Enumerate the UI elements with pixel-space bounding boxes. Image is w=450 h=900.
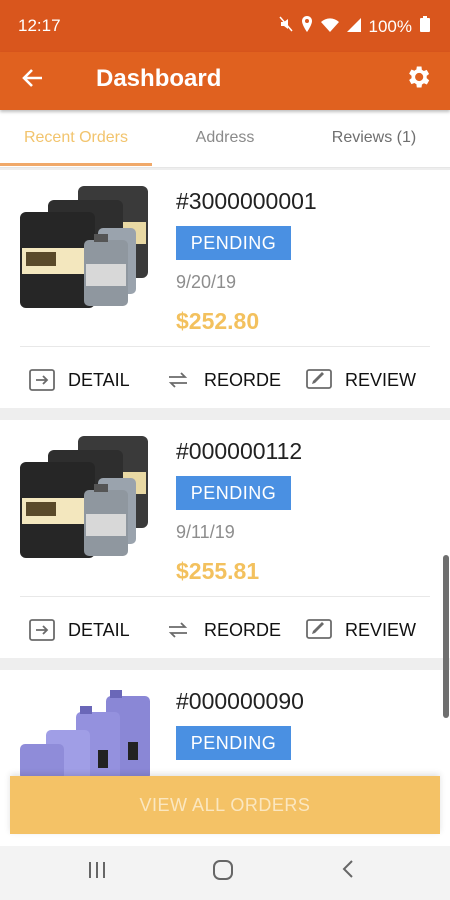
scrollbar[interactable]	[443, 555, 449, 718]
detail-button[interactable]: DETAIL	[28, 356, 130, 404]
tab-reviews[interactable]: Reviews (1)	[298, 110, 450, 166]
order-number: #3000000001	[176, 188, 317, 214]
status-badge: PENDING	[176, 226, 291, 260]
home-icon[interactable]	[208, 858, 238, 888]
system-nav-bar	[0, 846, 450, 900]
order-number: #000000090	[176, 688, 304, 714]
product-image	[18, 182, 153, 310]
detail-label: DETAIL	[68, 369, 130, 390]
review-button[interactable]: REVIEW	[305, 606, 416, 654]
signal-icon	[346, 17, 361, 37]
reorder-icon	[164, 619, 192, 641]
gear-icon[interactable]	[402, 63, 434, 95]
order-date: 9/11/19	[176, 522, 235, 542]
mute-icon	[278, 16, 293, 37]
view-all-orders-button[interactable]: VIEW ALL ORDERS	[10, 776, 440, 834]
wifi-icon	[320, 17, 339, 37]
battery-level: 100%	[368, 16, 412, 36]
status-badge: PENDING	[176, 726, 291, 760]
order-total: $255.81	[176, 558, 260, 584]
detail-button[interactable]: DETAIL	[28, 606, 130, 654]
order-actions: DETAIL REORDE REVIEW	[0, 606, 450, 654]
reorder-label: REORDE	[204, 619, 282, 640]
review-icon	[305, 619, 333, 641]
card-divider	[20, 596, 430, 597]
product-image	[18, 432, 153, 560]
reorder-label: REORDE	[204, 369, 282, 390]
location-icon	[301, 16, 313, 37]
page-title: Dashboard	[96, 65, 222, 92]
order-total: $252.80	[176, 308, 260, 334]
review-label: REVIEW	[345, 619, 417, 640]
tab-address[interactable]: Address	[152, 110, 298, 166]
tab-recent-orders[interactable]: Recent Orders	[0, 110, 152, 166]
detail-icon	[28, 619, 56, 641]
status-bar: 12:17 100%	[0, 0, 450, 52]
tab-bar: Recent Orders Address Reviews (1)	[0, 110, 450, 168]
review-icon	[305, 369, 333, 391]
order-card[interactable]: #3000000001 PENDING 9/20/19 $252.80 DETA…	[0, 170, 450, 408]
review-label: REVIEW	[345, 369, 417, 390]
card-divider	[20, 346, 430, 347]
status-badge: PENDING	[176, 476, 291, 510]
reorder-button[interactable]: REORDE	[164, 356, 281, 404]
back-icon[interactable]	[334, 858, 364, 888]
back-arrow-icon[interactable]	[20, 65, 52, 97]
app-bar: Dashboard	[0, 52, 450, 110]
battery-icon	[420, 16, 430, 37]
review-button[interactable]: REVIEW	[305, 356, 416, 404]
reorder-button[interactable]: REORDE	[164, 606, 281, 654]
order-card[interactable]: #000000112 PENDING 9/11/19 $255.81 DETAI…	[0, 420, 450, 658]
product-image	[18, 682, 153, 780]
recent-apps-icon[interactable]	[82, 858, 112, 888]
status-time: 12:17	[18, 16, 61, 35]
reorder-icon	[164, 369, 192, 391]
order-date: 9/20/19	[176, 272, 237, 292]
detail-label: DETAIL	[68, 619, 130, 640]
status-icons: 100%	[278, 16, 430, 37]
order-actions: DETAIL REORDE REVIEW	[0, 356, 450, 404]
tab-indicator	[0, 163, 152, 166]
order-number: #000000112	[176, 438, 303, 464]
detail-icon	[28, 369, 56, 391]
